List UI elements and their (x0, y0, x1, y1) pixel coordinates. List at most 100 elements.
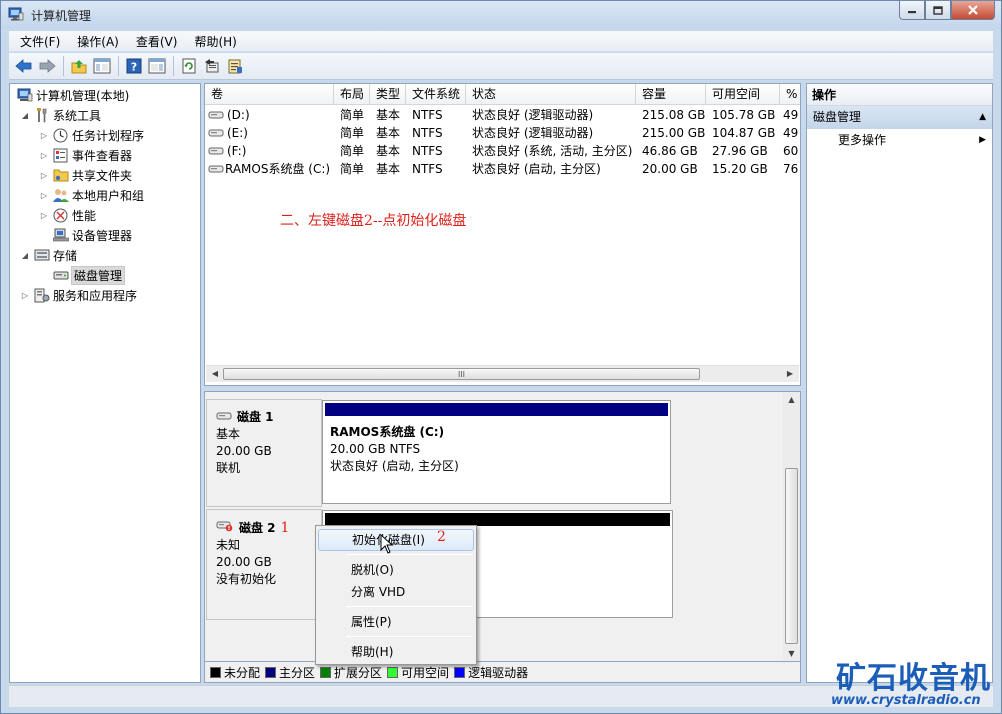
volume-row[interactable]: (D:) 简单 基本 NTFS 状态良好 (逻辑驱动器) 215.08 GB 1… (205, 106, 800, 124)
tree-collapsed-icon[interactable]: ▷ (39, 151, 49, 160)
storage-icon (33, 247, 50, 263)
disk-name: 磁盘 2 (239, 520, 276, 535)
volume-row[interactable]: (F:) 简单 基本 NTFS 状态良好 (系统, 活动, 主分区) 46.86… (205, 142, 800, 160)
horizontal-scroll-thumb[interactable]: III (223, 368, 700, 380)
actions-section-disk-management[interactable]: 磁盘管理 ▲ (807, 106, 992, 129)
volume-type: 基本 (376, 108, 401, 122)
refresh-button[interactable] (178, 55, 200, 77)
help-button[interactable]: ? (123, 55, 145, 77)
tree-collapsed-icon[interactable]: ▷ (39, 171, 49, 180)
menu-separator (346, 554, 472, 555)
clock-icon (52, 127, 69, 143)
event-viewer-icon (52, 147, 69, 163)
legend-swatch-primary (265, 666, 277, 678)
tree-expanded-icon[interactable]: ◢ (20, 111, 30, 120)
scroll-right-icon[interactable]: ▶ (783, 368, 797, 380)
menu-separator (346, 606, 472, 607)
properties-button[interactable] (224, 55, 246, 77)
tree-collapsed-icon[interactable]: ▷ (39, 131, 49, 140)
partition-c[interactable]: RAMOS系统盘 (C:) 20.00 GB NTFS 状态良好 (启动, 主分… (322, 400, 671, 504)
horizontal-scrollbar[interactable]: ◀ III ▶ (206, 365, 799, 382)
menu-item-initialize-disk[interactable]: 初始化磁盘(I) (318, 529, 474, 551)
tree-item-task-scheduler[interactable]: ▷ 任务计划程序 (39, 125, 144, 145)
tree-item-local-users-groups[interactable]: ▷ 本地用户和组 (39, 185, 144, 205)
vertical-scroll-thumb[interactable] (785, 468, 798, 644)
menu-help[interactable]: 帮助(H) (183, 33, 242, 50)
volume-row[interactable]: RAMOS系统盘 (C:) 简单 基本 NTFS 状态良好 (启动, 主分区) … (205, 160, 800, 178)
menu-item-label: 脱机(O) (351, 563, 394, 577)
menu-action[interactable]: 操作(A) (66, 33, 125, 50)
column-header-type[interactable]: 类型 (370, 84, 406, 105)
mouse-cursor-icon (380, 534, 394, 554)
more-actions-item[interactable]: 更多操作 ▶ (807, 129, 992, 152)
volume-name: (F:) (227, 144, 247, 158)
legend-swatch-unallocated (210, 666, 221, 678)
column-header-volume[interactable]: 卷 (205, 84, 334, 105)
menu-item-properties[interactable]: 属性(P) (318, 611, 474, 633)
tree-item-computer-management[interactable]: 计算机管理(本地) (11, 85, 129, 105)
scroll-down-icon[interactable]: ▼ (785, 649, 798, 658)
tree-item-disk-management[interactable]: 磁盘管理 (39, 265, 126, 285)
disk-icon (216, 409, 232, 426)
window-title: 计算机管理 (31, 9, 92, 23)
menu-view[interactable]: 查看(V) (125, 33, 184, 50)
collapse-up-icon[interactable]: ▲ (979, 106, 986, 129)
disk-1-label[interactable]: 磁盘 1 基本 20.00 GB 联机 (206, 399, 322, 507)
tree-item-device-manager[interactable]: 设备管理器 (39, 225, 132, 245)
tree-item-label: 共享文件夹 (72, 168, 133, 183)
volume-filesystem: NTFS (412, 144, 443, 158)
console-tree-icon (93, 58, 111, 74)
volume-type: 基本 (376, 126, 401, 140)
tree-expanded-icon[interactable]: ◢ (20, 251, 30, 260)
tree-item-performance[interactable]: ▷ 性能 (39, 205, 96, 225)
show-hide-action-pane-button[interactable] (146, 55, 168, 77)
menu-file[interactable]: 文件(F) (9, 33, 66, 50)
volume-row[interactable]: (E:) 简单 基本 NTFS 状态良好 (逻辑驱动器) 215.00 GB 1… (205, 124, 800, 142)
column-header-free-space[interactable]: 可用空间 (706, 84, 780, 105)
show-hide-console-tree-button[interactable] (91, 55, 113, 77)
menu-item-help[interactable]: 帮助(H) (318, 641, 474, 663)
column-header-capacity[interactable]: 容量 (636, 84, 706, 105)
instruction-annotation: 二、左键磁盘2--点初始化磁盘 (280, 213, 467, 229)
tree-collapsed-icon[interactable]: ▷ (39, 211, 49, 220)
tree-collapsed-icon[interactable]: ▷ (20, 291, 30, 300)
users-icon (52, 187, 69, 203)
tree-item-label: 磁盘管理 (70, 265, 126, 285)
volume-filesystem: NTFS (412, 126, 443, 140)
back-button[interactable] (13, 55, 35, 77)
scroll-left-icon[interactable]: ◀ (208, 368, 222, 380)
tree-item-storage[interactable]: ◢ 存储 (20, 245, 77, 265)
disk-size: 20.00 GB (216, 555, 272, 569)
legend-label: 逻辑驱动器 (468, 665, 529, 680)
tree-collapsed-icon[interactable]: ▷ (39, 191, 49, 200)
menu-item-detach-vhd[interactable]: 分离 VHD (318, 581, 474, 603)
column-header-filesystem[interactable]: 文件系统 (406, 84, 466, 105)
legend-item: 未分配 (210, 664, 260, 681)
export-list-button[interactable] (201, 55, 223, 77)
title-bar[interactable]: 计算机管理 (1, 1, 1001, 29)
close-button[interactable] (951, 1, 995, 20)
vertical-scrollbar[interactable]: ▲ ▼ (783, 392, 800, 661)
scroll-up-icon[interactable]: ▲ (785, 395, 798, 404)
minimize-button[interactable] (899, 1, 925, 20)
partition-primary-bar (325, 403, 668, 416)
tree-item-event-viewer[interactable]: ▷ 事件查看器 (39, 145, 132, 165)
tree-item-services-applications[interactable]: ▷ 服务和应用程序 (20, 285, 137, 305)
actions-header: 操作 (807, 84, 992, 106)
menu-item-offline[interactable]: 脱机(O) (318, 559, 474, 581)
tree-item-system-tools[interactable]: ◢ 系统工具 (20, 105, 101, 125)
volume-free-space: 104.87 GB (712, 126, 776, 140)
column-header-status[interactable]: 状态 (466, 84, 636, 105)
maximize-button[interactable] (925, 1, 951, 20)
performance-icon (52, 207, 69, 223)
volume-name: (D:) (227, 108, 250, 122)
column-header-percent[interactable]: % (780, 84, 800, 105)
tree-item-label: 本地用户和组 (72, 188, 145, 203)
up-one-level-button[interactable] (68, 55, 90, 77)
disk-2-label[interactable]: 磁盘 2 1 未知 20.00 GB 没有初始化 (206, 509, 322, 620)
tree-item-label: 服务和应用程序 (53, 288, 138, 303)
forward-button[interactable] (36, 55, 58, 77)
tree-item-shared-folders[interactable]: ▷ 共享文件夹 (39, 165, 132, 185)
watermark-title: 矿石收音机 (836, 661, 991, 696)
column-header-layout[interactable]: 布局 (334, 84, 370, 105)
